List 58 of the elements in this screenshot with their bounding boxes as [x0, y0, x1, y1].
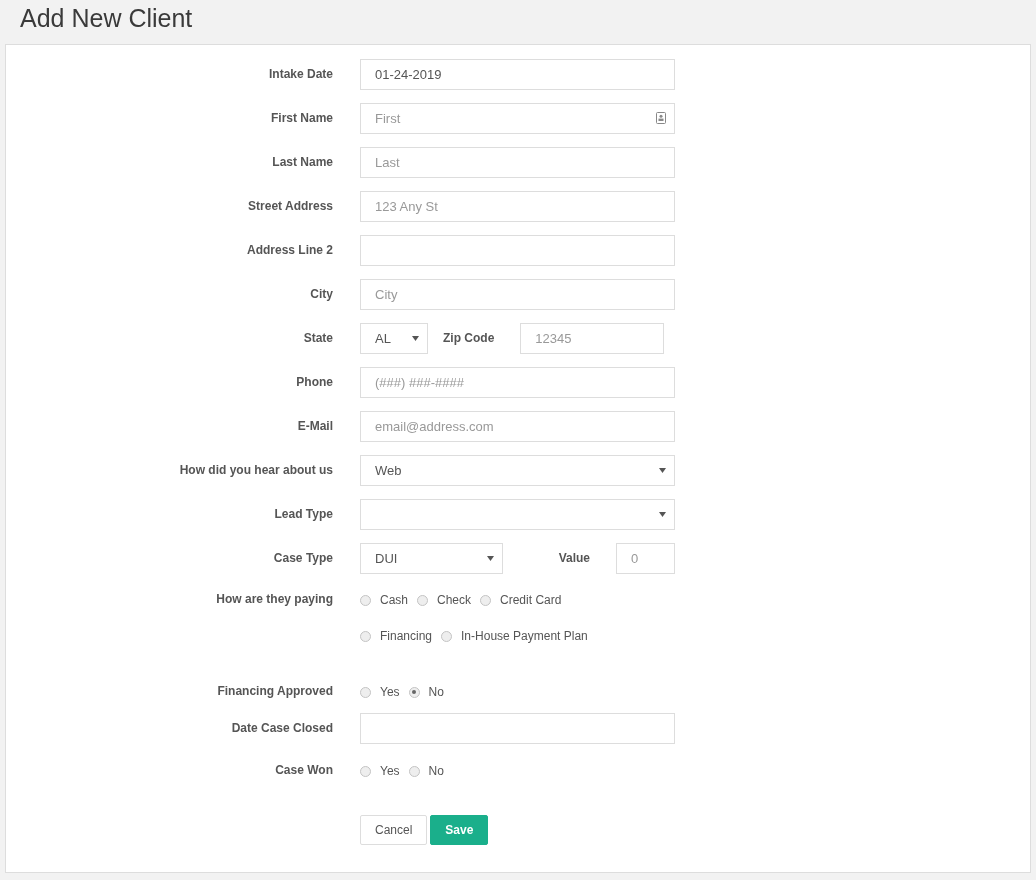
radio-option[interactable]: Financing — [360, 629, 433, 643]
caret-icon — [659, 512, 666, 517]
input-field[interactable]: 01-24-2019 — [360, 59, 675, 90]
field-label: Date Case Closed — [231, 720, 333, 736]
contact-card-icon[interactable] — [656, 112, 666, 124]
field-label: Financing Approved — [217, 683, 333, 699]
input-field[interactable]: Last — [360, 147, 675, 178]
select-field[interactable] — [360, 499, 675, 530]
input-field[interactable]: 123 Any St — [360, 191, 675, 222]
input-field[interactable]: 12345 — [520, 323, 665, 354]
radio-button[interactable] — [360, 686, 371, 698]
field-label: Case Won — [275, 762, 333, 778]
radio-option[interactable]: Yes — [360, 764, 400, 778]
caret-icon — [486, 556, 494, 561]
cancel-button[interactable]: Cancel — [360, 815, 428, 845]
input-field[interactable]: 0 — [616, 543, 675, 574]
field-label: Last Name — [272, 154, 333, 170]
field-label: Case Type — [273, 550, 333, 566]
radio-option[interactable]: No — [408, 764, 444, 778]
field-label: Address Line 2 — [246, 242, 333, 258]
input-field[interactable]: First — [360, 103, 675, 134]
radio-option[interactable]: No — [408, 685, 444, 699]
radio-button[interactable] — [417, 594, 428, 606]
field-label: Value — [558, 550, 590, 566]
select-field[interactable]: DUI — [360, 543, 503, 574]
radio-option[interactable]: Check — [417, 593, 472, 607]
field-label: City — [310, 286, 333, 302]
select-field[interactable]: AL — [360, 323, 428, 354]
caret-icon — [659, 468, 666, 473]
field-label: How did you hear about us — [179, 462, 333, 478]
select-field[interactable]: Web — [360, 455, 675, 486]
field-label: State — [303, 330, 333, 346]
field-label: Street Address — [248, 198, 333, 214]
radio-option[interactable]: Credit Card — [480, 593, 562, 607]
radio-button[interactable] — [360, 765, 371, 777]
input-field[interactable] — [360, 713, 675, 744]
field-label: Lead Type — [274, 506, 333, 522]
caret-icon — [412, 336, 419, 341]
radio-option[interactable]: Yes — [360, 685, 400, 699]
radio-button[interactable] — [480, 594, 492, 606]
field-label: Intake Date — [268, 66, 333, 82]
radio-button[interactable] — [441, 630, 453, 642]
input-field[interactable]: City — [360, 279, 675, 310]
input-field[interactable] — [360, 235, 675, 266]
field-label: E-Mail — [297, 418, 333, 434]
radio-option[interactable]: In-House Payment Plan — [441, 629, 588, 643]
radio-button[interactable] — [408, 765, 420, 777]
field-label: Phone — [296, 374, 333, 390]
field-label: How are they paying — [216, 591, 333, 607]
radio-button[interactable] — [408, 686, 420, 698]
field-label: Zip Code — [443, 330, 495, 346]
radio-button[interactable] — [360, 594, 371, 606]
radio-button[interactable] — [360, 630, 371, 642]
page-title: Add New Client — [19, 3, 193, 34]
radio-option[interactable]: Cash — [360, 593, 408, 607]
field-label: First Name — [270, 110, 333, 126]
input-field[interactable]: email@address.com — [360, 411, 675, 442]
input-field[interactable]: (###) ###-#### — [360, 367, 675, 398]
